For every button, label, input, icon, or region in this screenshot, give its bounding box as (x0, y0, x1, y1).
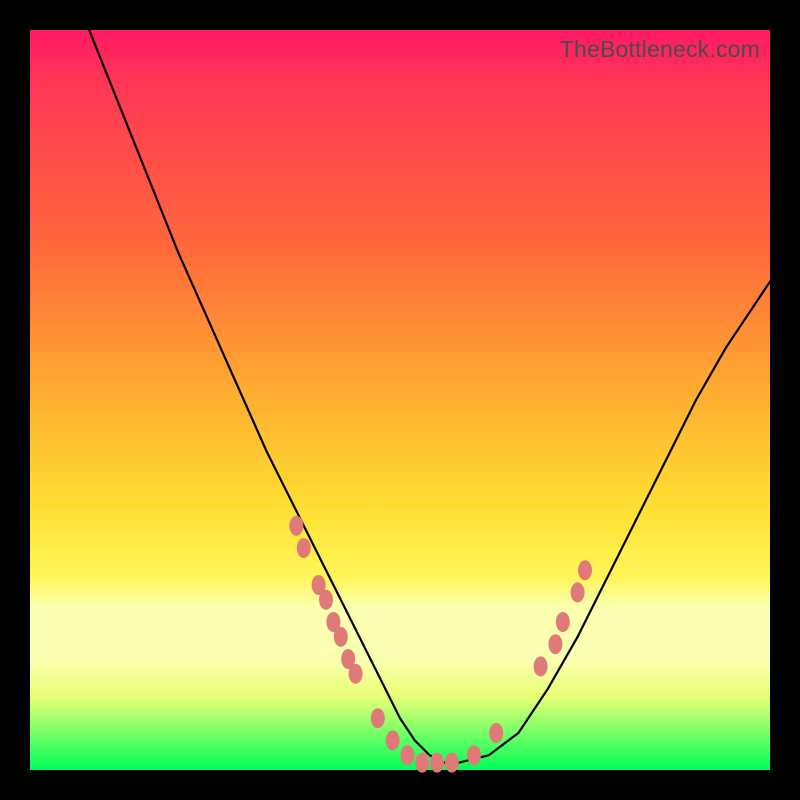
highlight-dot (415, 753, 429, 773)
highlight-dot (297, 538, 311, 558)
highlight-dot (289, 516, 303, 536)
highlight-dot (349, 664, 363, 684)
bottleneck-curve (89, 30, 770, 763)
highlight-dot (489, 723, 503, 743)
highlight-dot (571, 582, 585, 602)
highlight-dot (334, 627, 348, 647)
highlight-dot (556, 612, 570, 632)
highlight-dot (445, 753, 459, 773)
highlight-dot (319, 590, 333, 610)
highlight-dot (534, 656, 548, 676)
highlight-dot (578, 560, 592, 580)
highlight-dot (467, 745, 481, 765)
highlight-dot (371, 708, 385, 728)
highlight-dot (548, 634, 562, 654)
highlight-dot (386, 730, 400, 750)
highlight-dots-group (289, 516, 592, 773)
chart-frame: TheBottleneck.com (0, 0, 800, 800)
highlight-dot (430, 753, 444, 773)
plot-area: TheBottleneck.com (30, 30, 770, 770)
highlight-dot (400, 745, 414, 765)
curve-svg (30, 30, 770, 770)
